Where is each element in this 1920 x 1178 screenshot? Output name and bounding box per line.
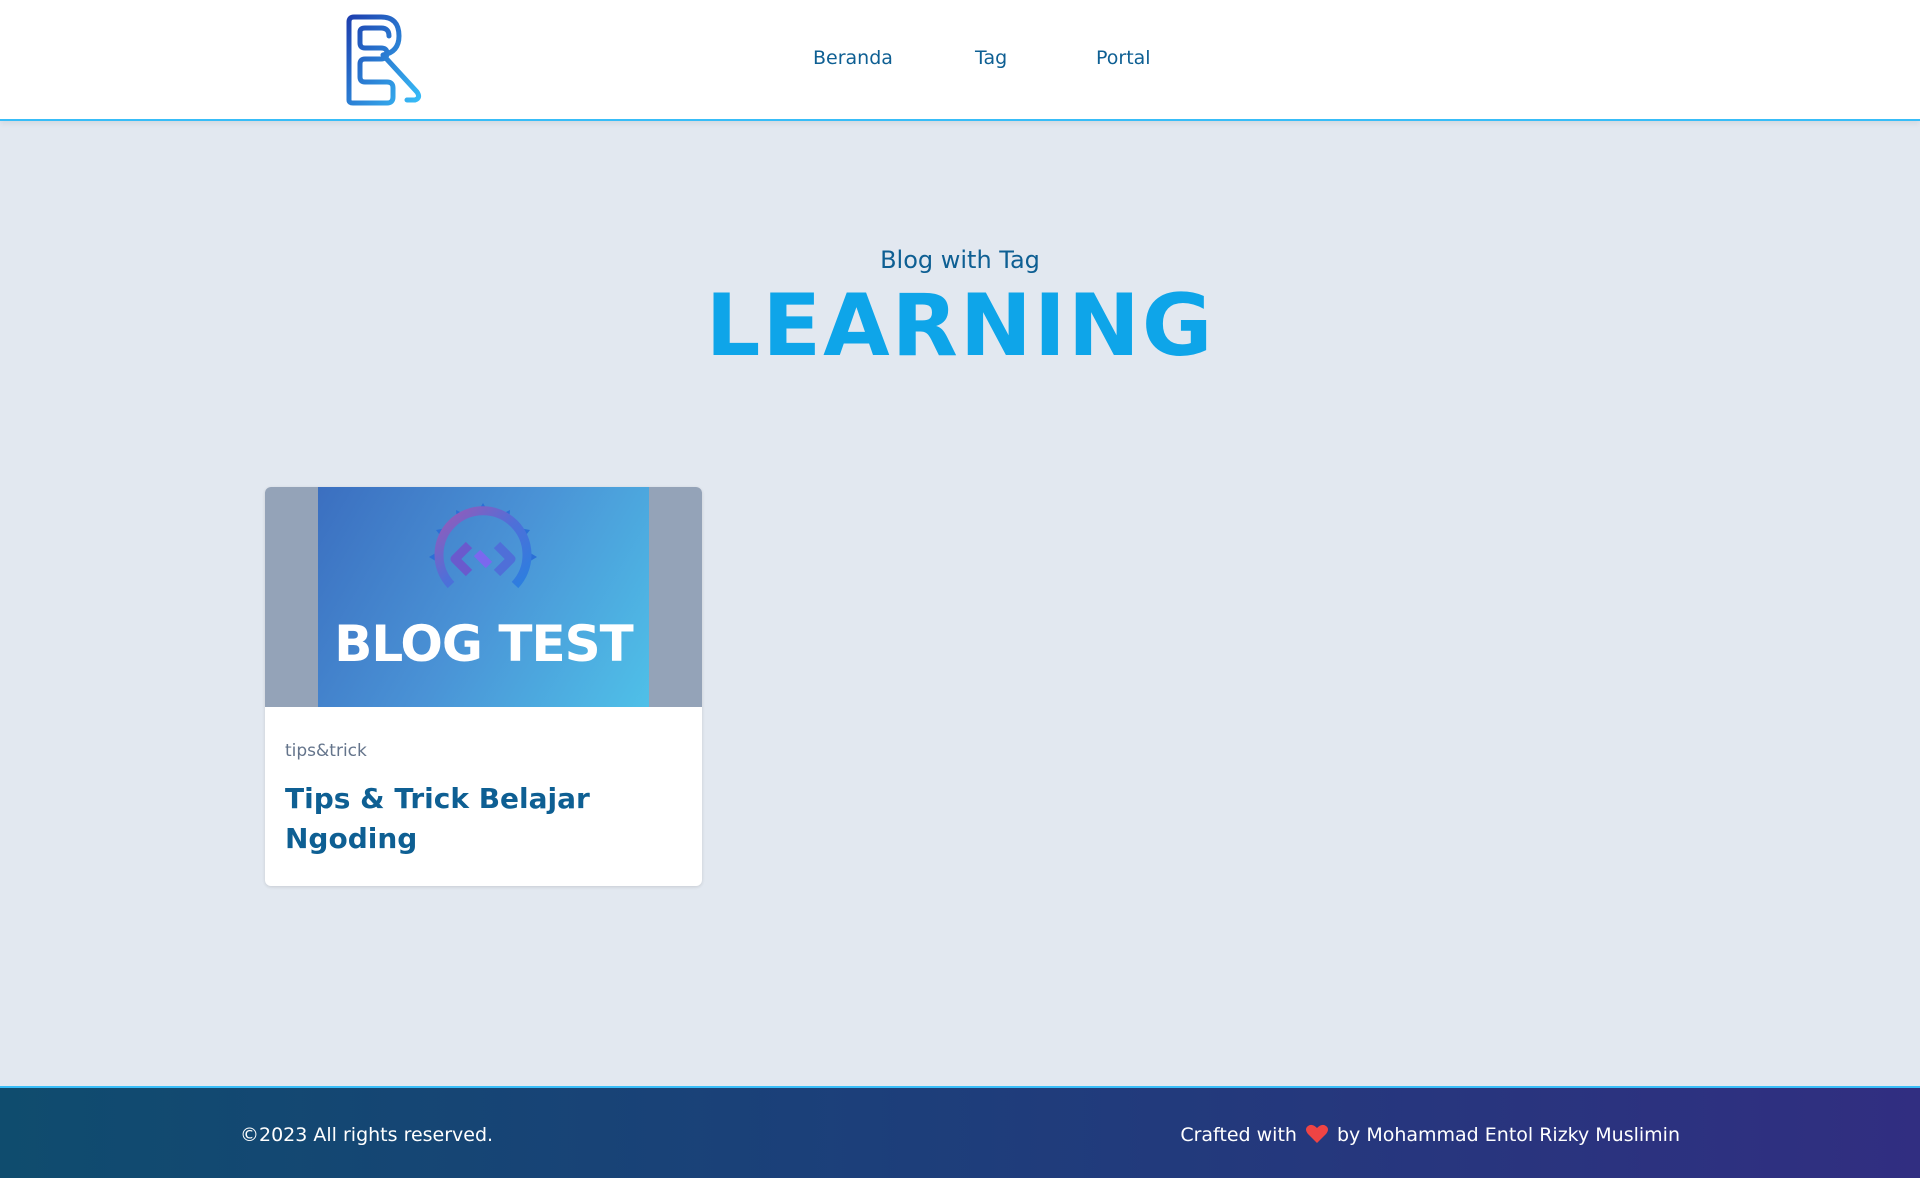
heart-icon — [1305, 1124, 1328, 1143]
post-thumbnail[interactable]: BLOG TEST — [265, 487, 702, 707]
nav-link-tag[interactable]: Tag — [975, 47, 1007, 69]
post-image: BLOG TEST — [318, 487, 649, 707]
main-nav: Beranda Tag Portal — [0, 47, 1920, 77]
footer-crafted-suffix: by Mohammad Entol Rizky Muslimin — [1336, 1124, 1680, 1146]
post-card[interactable]: BLOG TEST tips&trick Tips & Trick Belaja… — [265, 487, 702, 886]
footer-crafted-prefix: Crafted with — [1180, 1124, 1297, 1146]
footer-credit: Crafted with by Mohammad Entol Rizky Musl… — [1180, 1124, 1680, 1146]
site-footer: ©2023 All rights reserved. Crafted with b… — [0, 1086, 1920, 1178]
site-header: Beranda Tag Portal — [0, 0, 1920, 121]
hero-title: LEARNING — [705, 276, 1215, 376]
hero-subtitle: Blog with Tag — [880, 246, 1040, 274]
nav-link-portal[interactable]: Portal — [1096, 47, 1151, 69]
footer-copyright: ©2023 All rights reserved. — [240, 1124, 494, 1146]
post-image-text: BLOG TEST — [334, 615, 634, 673]
post-tag[interactable]: tips&trick — [285, 741, 367, 761]
code-gear-icon — [429, 503, 537, 589]
nav-link-beranda[interactable]: Beranda — [813, 47, 893, 69]
post-title[interactable]: Tips & Trick Belajar Ngoding — [285, 779, 685, 859]
